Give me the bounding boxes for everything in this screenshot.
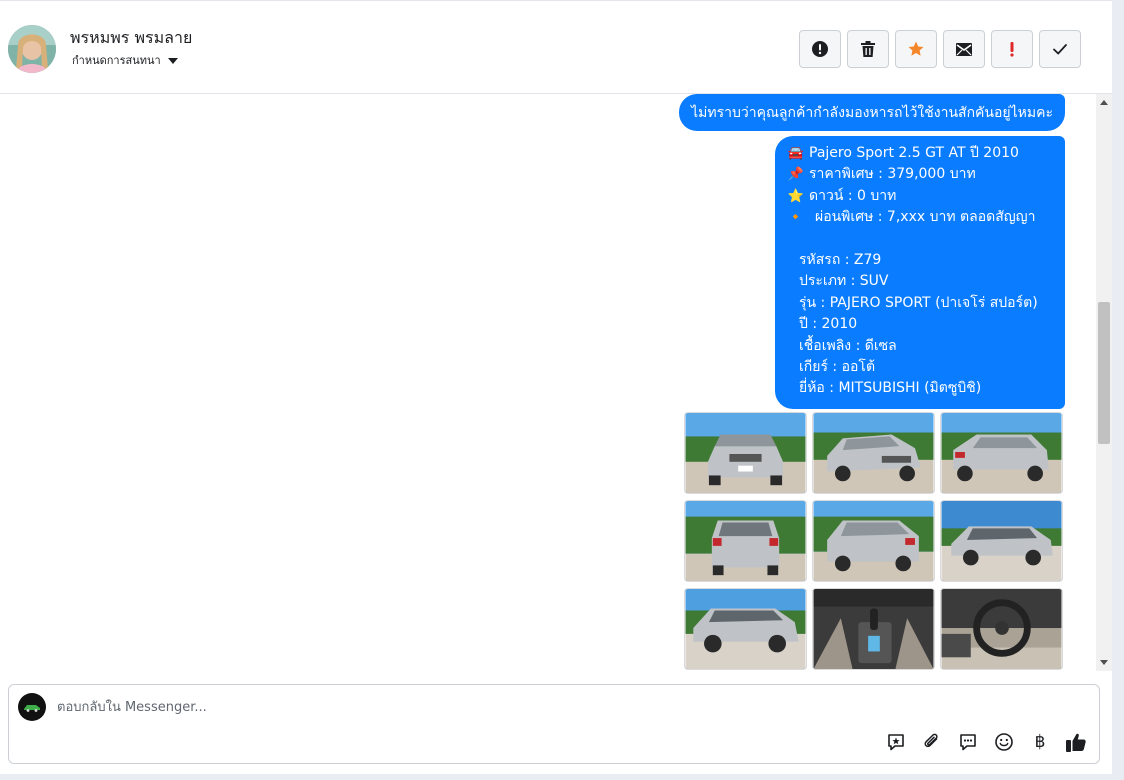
car-image <box>813 413 934 493</box>
page-avatar <box>18 693 46 721</box>
car-type-text: ประเภท : SUV <box>799 273 889 290</box>
emoji-icon <box>995 733 1013 751</box>
car-photo-front-left[interactable] <box>812 412 935 494</box>
thread-scrollbar[interactable] <box>1096 94 1112 671</box>
diamond-emoji: 🔸 <box>787 210 805 226</box>
assign-conversation-label: กำหนดการสนทนา <box>72 54 161 67</box>
car-photo-gear-shifter[interactable] <box>812 588 935 670</box>
car-photo-rear[interactable] <box>684 500 807 582</box>
message-line: รุ่น : PAJERO SPORT (ปาเจโร่ สปอร์ต) <box>787 293 1055 314</box>
attach-button[interactable] <box>921 731 943 753</box>
chat-bubble-icon <box>960 734 976 751</box>
message-line: เกียร์ : ออโต้ <box>787 357 1055 378</box>
page-logo-icon <box>24 705 40 712</box>
car-photo-side-left[interactable] <box>940 500 1063 582</box>
quick-reply-button[interactable] <box>957 731 979 753</box>
car-emoji: 🚘 <box>787 146 805 161</box>
car-photo-front[interactable] <box>684 412 807 494</box>
car-code-text: รหัสรถ : Z79 <box>799 251 882 268</box>
envelope-icon <box>956 43 972 56</box>
emoji-button[interactable] <box>993 731 1015 753</box>
car-image <box>941 501 1062 581</box>
car-year-text: ปี : 2010 <box>799 316 858 333</box>
check-icon <box>1053 44 1067 55</box>
car-image <box>685 589 806 669</box>
conversation-header: พรหมพร พรมลาย กำหนดการสนทนา <box>0 5 1112 94</box>
scroll-down-arrow-icon[interactable] <box>1100 660 1108 665</box>
message-line: 📌 ราคาพิเศษ : 379,000 บาท <box>787 164 1055 185</box>
car-photo-dashboard[interactable] <box>940 588 1063 670</box>
car-photo-grid <box>684 412 1063 670</box>
like-button[interactable] <box>1065 731 1087 753</box>
message-line: 🔸 ผ่อนพิเศษ : 7,xxx บาท ตลอดสัญญา <box>787 207 1055 228</box>
message-line: ปี : 2010 <box>787 314 1055 335</box>
car-gear-text: เกียร์ : ออโต้ <box>799 358 876 375</box>
saved-reply-button[interactable] <box>885 731 907 753</box>
car-brand-text: ยี่ห้อ : MITSUBISHI (มิตซูบิชิ) <box>799 380 982 397</box>
message-thread: ไม่ทราบว่าคุณลูกค้ากำลังมองหารถไว้ใช้งาน… <box>0 94 1112 671</box>
caret-down-icon <box>167 57 178 64</box>
trash-icon <box>861 41 875 57</box>
car-photo-rear-left[interactable] <box>812 500 935 582</box>
message-line: ยี่ห้อ : MITSUBISHI (มิตซูบิชิ) <box>787 378 1055 399</box>
car-image <box>685 413 806 493</box>
star-emoji: ⭐ <box>787 188 805 204</box>
car-image <box>941 413 1062 493</box>
pin-emoji: 📌 <box>787 167 805 183</box>
mark-unread-button[interactable] <box>943 30 985 68</box>
exclamation-icon <box>1010 42 1014 57</box>
price-text: ราคาพิเศษ : 379,000 บาท <box>809 166 976 183</box>
messenger-inbox-window: พรหมพร พรมลาย กำหนดการสนทนา ไม่ทราบว่าคุ… <box>0 0 1124 780</box>
conversation-actions <box>799 30 1081 68</box>
contact-name[interactable]: พรหมพร พรมลาย <box>70 26 192 51</box>
message-line: ประเภท : SUV <box>787 271 1055 292</box>
down-payment-text: ดาวน์ : 0 บาท <box>809 187 897 204</box>
mark-done-button[interactable] <box>1039 30 1081 68</box>
conversation-panel: พรหมพร พรมลาย กำหนดการสนทนา ไม่ทราบว่าคุ… <box>0 0 1112 774</box>
contact-avatar[interactable] <box>8 25 56 73</box>
report-spam-button[interactable] <box>799 30 841 68</box>
reply-input[interactable] <box>57 697 857 717</box>
payment-button[interactable]: ฿ <box>1029 731 1051 753</box>
car-photo-rear-right[interactable] <box>940 412 1063 494</box>
car-image <box>813 589 934 669</box>
reply-composer: ฿ <box>8 684 1100 764</box>
message-text: ไม่ทราบว่าคุณลูกค้ากำลังมองหารถไว้ใช้งาน… <box>691 104 1053 121</box>
star-button[interactable] <box>895 30 937 68</box>
baht-icon: ฿ <box>1034 732 1046 752</box>
alert-circle-icon <box>812 41 828 57</box>
assign-conversation-dropdown[interactable]: กำหนดการสนทนา <box>72 51 178 69</box>
message-line: ⭐ ดาวน์ : 0 บาท <box>787 186 1055 207</box>
message-line: เชื้อเพลิง : ดีเซล <box>787 336 1055 357</box>
star-icon <box>908 41 924 56</box>
car-details-message[interactable]: 🚘 Pajero Sport 2.5 GT AT ปี 2010 📌 ราคาพ… <box>775 136 1065 409</box>
car-image <box>685 501 806 581</box>
scroll-up-arrow-icon[interactable] <box>1100 100 1108 105</box>
avatar-photo <box>8 25 56 73</box>
important-button[interactable] <box>991 30 1033 68</box>
message-line: 🚘 Pajero Sport 2.5 GT AT ปี 2010 <box>787 143 1055 164</box>
composer-tools: ฿ <box>885 731 1087 753</box>
car-model-text: รุ่น : PAJERO SPORT (ปาเจโร่ สปอร์ต) <box>799 294 1038 311</box>
car-title-text: Pajero Sport 2.5 GT AT ปี 2010 <box>809 145 1019 161</box>
attach-icon <box>924 733 938 748</box>
car-fuel-text: เชื้อเพลิง : ดีเซล <box>799 337 897 354</box>
installment-text: ผ่อนพิเศษ : 7,xxx บาท ตลอดสัญญา <box>815 209 1036 226</box>
car-photo-side-left-2[interactable] <box>684 588 807 670</box>
like-icon <box>1066 733 1086 752</box>
message-bubble[interactable]: ไม่ทราบว่าคุณลูกค้ากำลังมองหารถไว้ใช้งาน… <box>679 94 1065 131</box>
car-image <box>941 589 1062 669</box>
saved-reply-icon <box>888 734 904 751</box>
scroll-thumb[interactable] <box>1098 302 1110 444</box>
message-line: รหัสรถ : Z79 <box>787 250 1055 271</box>
delete-button[interactable] <box>847 30 889 68</box>
car-image <box>813 501 934 581</box>
